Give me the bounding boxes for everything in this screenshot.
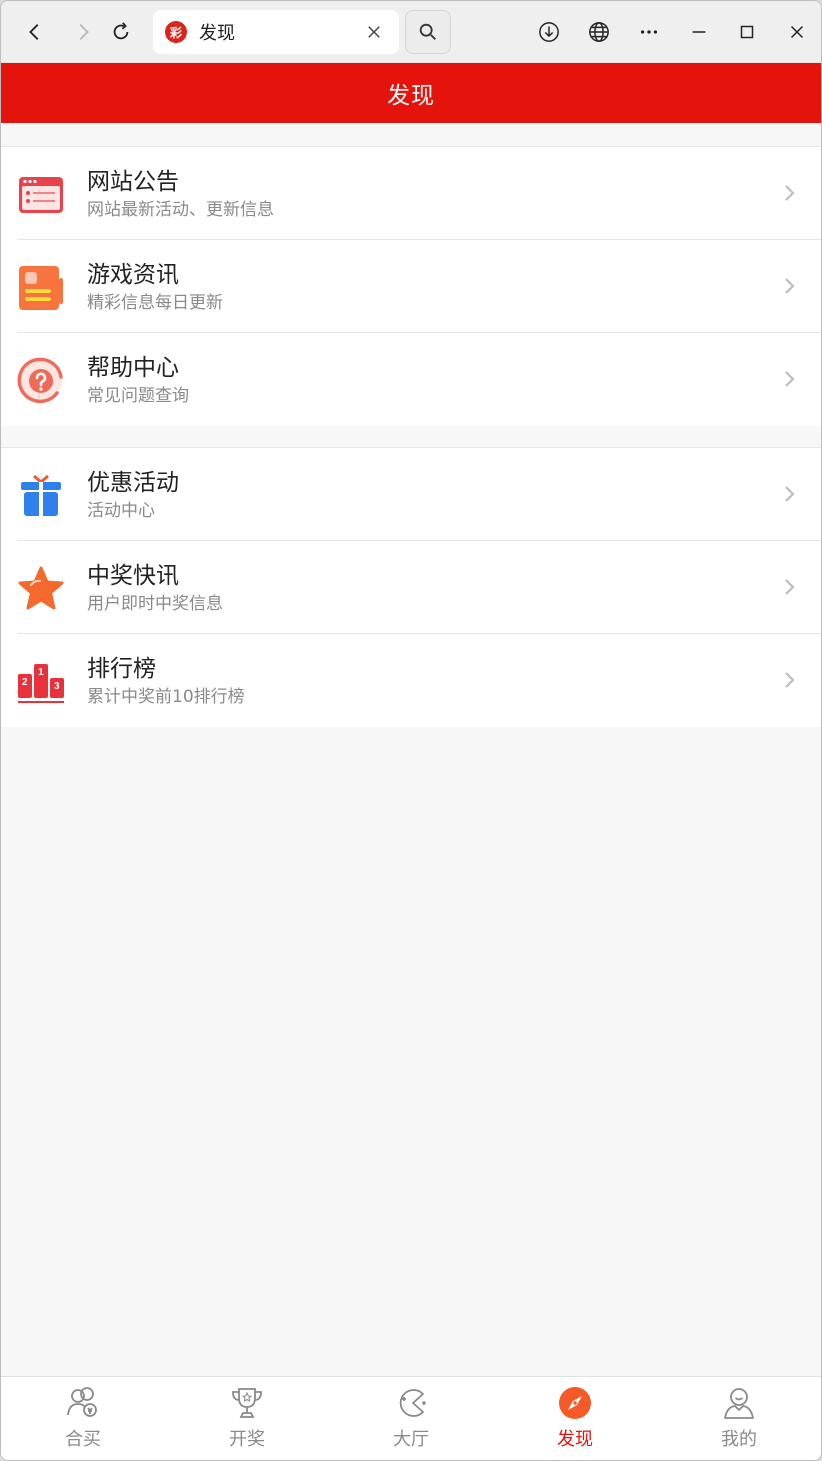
news-icon — [17, 264, 65, 312]
menu-item-winning-news[interactable]: 中奖快讯 用户即时中奖信息 — [1, 541, 821, 634]
menu-item-title: 网站公告 — [87, 169, 179, 195]
chevron-right-icon — [785, 672, 795, 688]
close-icon — [368, 26, 380, 38]
svg-text:2: 2 — [22, 677, 28, 688]
menu-item-promotions[interactable]: 优惠活动 活动中心 — [1, 448, 821, 541]
chevron-right-icon — [785, 185, 795, 201]
more-dots-icon — [640, 30, 658, 34]
menu-item-title: 游戏资讯 — [87, 262, 179, 288]
menu-group-activities: 优惠活动 活动中心 中奖快讯 用户即时中奖信息 2 1 3 排行榜 累计中奖前1… — [1, 447, 821, 727]
minimize-icon — [692, 31, 706, 33]
announcement-icon — [17, 171, 65, 219]
more-menu-button[interactable] — [627, 9, 671, 55]
site-favicon-icon: 彩 — [165, 21, 187, 43]
maximize-button[interactable] — [725, 9, 769, 55]
podium-icon: 2 1 3 — [17, 658, 65, 706]
chevron-right-icon — [785, 579, 795, 595]
menu-item-leaderboard[interactable]: 2 1 3 排行榜 累计中奖前10排行榜 — [1, 634, 821, 727]
chevron-right-icon — [785, 371, 795, 387]
globe-icon — [589, 22, 609, 42]
back-arrow-icon — [29, 24, 39, 40]
tab-profile[interactable]: 我的 — [657, 1377, 821, 1460]
profile-icon — [724, 1388, 754, 1419]
help-icon — [17, 357, 65, 405]
menu-item-title: 排行榜 — [87, 656, 156, 682]
menu-item-help-center[interactable]: 帮助中心 常见问题查询 — [1, 333, 821, 426]
bottom-tab-bar: 合买 开奖 大厅 发现 我的 — [1, 1376, 821, 1460]
menu-item-game-news[interactable]: 游戏资讯 精彩信息每日更新 — [1, 240, 821, 333]
tab-lottery-results[interactable]: 开奖 — [165, 1377, 329, 1460]
maximize-icon — [740, 25, 754, 39]
tab-title: 发现 — [199, 23, 235, 44]
browser-tab[interactable]: 彩 发现 — [153, 10, 399, 54]
page-header: 发现 — [1, 63, 821, 123]
menu-item-title: 优惠活动 — [87, 470, 179, 496]
close-icon — [790, 25, 804, 39]
window-close-button[interactable] — [775, 9, 819, 55]
svg-text:3: 3 — [54, 681, 60, 692]
trophy-icon — [232, 1388, 262, 1418]
chevron-right-icon — [785, 486, 795, 502]
download-icon — [539, 22, 559, 42]
game-hall-icon — [399, 1389, 426, 1417]
tab-label: 发现 — [557, 1429, 593, 1450]
back-button[interactable] — [13, 9, 57, 55]
menu-item-title: 帮助中心 — [87, 355, 179, 381]
menu-item-announcements[interactable]: 网站公告 网站最新活动、更新信息 — [1, 147, 821, 240]
menu-item-subtitle: 用户即时中奖信息 — [87, 594, 223, 614]
group-buy-icon — [67, 1387, 97, 1417]
search-icon — [419, 23, 436, 40]
menu-item-title: 中奖快讯 — [87, 563, 179, 589]
page-title: 发现 — [387, 83, 435, 109]
tab-close-button[interactable] — [363, 21, 385, 43]
chevron-right-icon — [785, 278, 795, 294]
tab-label: 我的 — [721, 1429, 757, 1450]
svg-text:1: 1 — [38, 667, 44, 678]
download-button[interactable] — [527, 9, 571, 55]
forward-arrow-icon — [79, 24, 89, 40]
star-icon — [17, 565, 65, 613]
gift-icon — [17, 472, 65, 520]
menu-item-subtitle: 网站最新活动、更新信息 — [87, 200, 274, 220]
reload-button[interactable] — [99, 9, 143, 55]
search-button[interactable] — [405, 10, 451, 54]
tab-label: 开奖 — [229, 1429, 265, 1450]
menu-item-subtitle: 活动中心 — [87, 501, 155, 521]
minimize-button[interactable] — [677, 9, 721, 55]
menu-item-subtitle: 累计中奖前10排行榜 — [87, 687, 245, 707]
language-button[interactable] — [577, 9, 621, 55]
browser-window: 彩 发现 发现 网站公告 网站最新活动、更新信息 游戏资讯 精彩信息每日更新 帮… — [0, 0, 822, 1461]
compass-icon — [559, 1387, 591, 1419]
tab-label: 合买 — [65, 1429, 101, 1450]
reload-icon — [113, 22, 129, 40]
tab-discover[interactable]: 发现 — [493, 1377, 657, 1460]
browser-toolbar: 彩 发现 — [1, 1, 821, 63]
menu-group-info: 网站公告 网站最新活动、更新信息 游戏资讯 精彩信息每日更新 帮助中心 常见问题… — [1, 146, 821, 426]
tab-group-buy[interactable]: 合买 — [1, 1377, 165, 1460]
tab-label: 大厅 — [393, 1429, 429, 1450]
tab-game-hall[interactable]: 大厅 — [329, 1377, 493, 1460]
menu-item-subtitle: 精彩信息每日更新 — [87, 293, 223, 313]
menu-item-subtitle: 常见问题查询 — [87, 386, 189, 406]
